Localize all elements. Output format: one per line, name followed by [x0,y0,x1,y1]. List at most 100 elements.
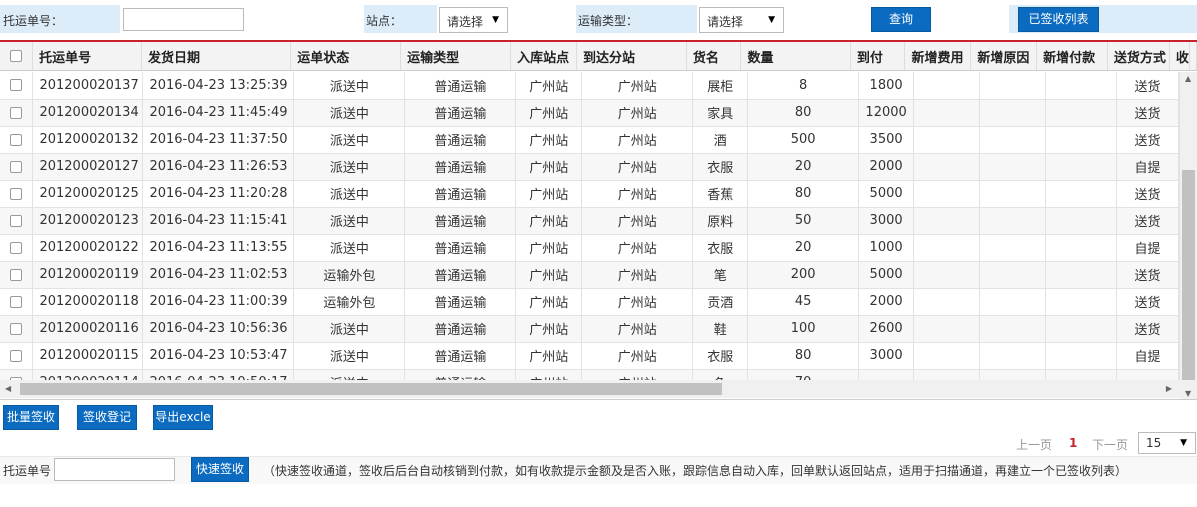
table-cell: 80 [747,180,860,208]
row-checkbox[interactable] [0,99,34,127]
table-cell: 派送中 [293,126,406,154]
quick-sign-note: （快速签收通道，签收后后台自动核销到付款，如有收款提示金额及是否入账，跟踪信息自… [263,464,1128,478]
checkbox-icon [10,187,23,200]
query-button[interactable]: 查询 [871,7,931,32]
table-cell: 2016-04-23 11:15:41 [142,207,295,235]
column-header[interactable]: 收 [1169,42,1191,70]
prev-page-link[interactable]: 上一页 [1016,436,1052,453]
table-cell: 201200020132 [32,126,144,154]
column-header[interactable]: 到付 [850,42,906,70]
table-cell: 2016-04-23 11:37:50 [142,126,295,154]
table-cell [979,126,1046,154]
table-row[interactable]: 201200020137 2016-04-23 13:25:39 派送中 普通运输 广州… [0,72,1180,100]
scroll-down-arrow-icon[interactable]: ▼ [1185,389,1191,398]
table-cell [913,180,981,208]
table-cell: 50 [747,207,860,235]
table-cell: 2016-04-23 10:56:36 [142,315,295,343]
scroll-right-arrow-icon[interactable]: ▶ [1166,384,1172,393]
row-checkbox[interactable] [0,72,34,100]
row-checkbox[interactable] [0,153,34,181]
column-header[interactable]: 数量 [740,42,851,70]
vertical-scrollbar[interactable]: ▲ ▼ [1180,72,1197,399]
table-row[interactable]: 201200020127 2016-04-23 11:26:53 派送中 普通运输 广州… [0,153,1180,181]
transport-type-select[interactable]: 请选择 ▼ [699,7,784,33]
table-cell: 201200020122 [32,234,144,262]
table-cell: 普通运输 [404,153,517,181]
grid-header: 托运单号 发货日期 运单状态 运输类型 入库站点 到达分站 货名 数量 到付 新增费用 新增原因 新增… [0,42,1197,71]
row-checkbox[interactable] [0,261,34,289]
table-cell [1045,342,1117,370]
column-header[interactable]: 送货方式 [1107,42,1170,70]
quick-sign-button[interactable]: 快速签收 [191,457,249,482]
table-row[interactable]: 201200020125 2016-04-23 11:20:28 派送中 普通运输 广州… [0,180,1180,208]
station-select[interactable]: 请选择 ▼ [439,7,508,33]
horizontal-scrollbar[interactable]: ◀ ▶ [0,380,1180,398]
signed-list-button[interactable]: 已签收列表 [1018,7,1099,32]
batch-sign-button[interactable]: 批量签收 [3,405,59,430]
header-row: 托运单号 发货日期 运单状态 运输类型 入库站点 到达分站 货名 数量 到付 新增费用 新增原因 新增… [0,42,1197,70]
table-cell: 贡酒 [692,288,749,316]
table-row[interactable]: 201200020115 2016-04-23 10:53:47 派送中 普通运输 广州… [0,342,1180,370]
checkbox-icon [10,295,23,308]
page-size-select[interactable]: 15 ▼ [1138,432,1196,454]
table-row[interactable]: 201200020134 2016-04-23 11:45:49 派送中 普通运输 广州… [0,99,1180,127]
table-row[interactable]: 201200020123 2016-04-23 11:15:41 派送中 普通运输 广州… [0,207,1180,235]
table-cell: 3000 [858,342,915,370]
table-cell [913,342,981,370]
table-cell: 普通运输 [404,72,517,100]
column-header[interactable]: 新增原因 [970,42,1038,70]
checkbox-icon [10,160,23,173]
scroll-up-arrow-icon[interactable]: ▲ [1185,74,1191,83]
table-cell: 派送中 [293,342,406,370]
current-page-number[interactable]: 1 [1069,436,1077,450]
column-header[interactable]: 托运单号 [32,42,143,70]
row-checkbox[interactable] [0,234,34,262]
table-row[interactable]: 201200020119 2016-04-23 11:02:53 运输外包 普通运输广… [0,261,1180,289]
table-cell [913,261,981,289]
table-cell: 送货 [1116,315,1180,343]
column-header[interactable]: 发货日期 [141,42,292,70]
table-row[interactable]: 201200020116 2016-04-23 10:56:36 派送中 普通运输 广州… [0,315,1180,343]
row-checkbox[interactable] [0,315,34,343]
scroll-left-arrow-icon[interactable]: ◀ [5,384,11,393]
horizontal-scroll-thumb[interactable] [20,383,722,395]
row-checkbox[interactable] [0,207,34,235]
table-cell: 200 [747,261,860,289]
table-cell: 自提 [1116,342,1180,370]
table-cell: 1000 [858,234,915,262]
table-cell: 家具 [692,99,749,127]
row-checkbox[interactable] [0,288,34,316]
next-page-link[interactable]: 下一页 [1092,436,1128,453]
quick-waybill-input[interactable] [54,458,175,481]
table-row[interactable]: 201200020122 2016-04-23 11:13:55 派送中 普通运输 广州… [0,234,1180,262]
row-checkbox[interactable] [0,180,34,208]
column-header[interactable]: 新增费用 [904,42,972,70]
column-header[interactable]: 到达分站 [576,42,687,70]
column-header[interactable]: 运单状态 [290,42,402,70]
column-header[interactable]: 新增付款 [1036,42,1108,70]
table-cell: 衣服 [692,234,749,262]
table-cell: 2016-04-23 13:25:39 [142,72,295,100]
sign-register-button[interactable]: 签收登记 [77,405,137,430]
column-header[interactable]: 货名 [686,42,742,70]
waybill-filter-input[interactable] [123,8,244,31]
table-cell: 鞋 [692,315,749,343]
page-size-value: 15 [1146,436,1162,450]
row-checkbox[interactable] [0,342,34,370]
export-excel-button[interactable]: 导出excle [153,405,213,430]
row-checkbox[interactable] [0,126,34,154]
table-cell [979,99,1046,127]
table-cell: 普通运输 [404,342,517,370]
body-table: 201200020137 2016-04-23 13:25:39 派送中 普通运输 广州… [0,72,1180,397]
table-cell: 派送中 [293,99,406,127]
column-header[interactable]: 入库站点 [510,42,577,70]
table-cell: 广州站 [515,153,583,181]
table-row[interactable]: 201200020132 2016-04-23 11:37:50 派送中 普通运输 广州… [0,126,1180,154]
chevron-down-icon: ▼ [1180,438,1187,448]
column-header[interactable]: 运输类型 [400,42,512,70]
vertical-scroll-thumb[interactable] [1182,170,1195,380]
table-cell: 500 [747,126,860,154]
table-row[interactable]: 201200020118 2016-04-23 11:00:39 运输外包 普通运输广… [0,288,1180,316]
table-cell [1045,99,1117,127]
select-all-checkbox[interactable] [0,42,34,70]
